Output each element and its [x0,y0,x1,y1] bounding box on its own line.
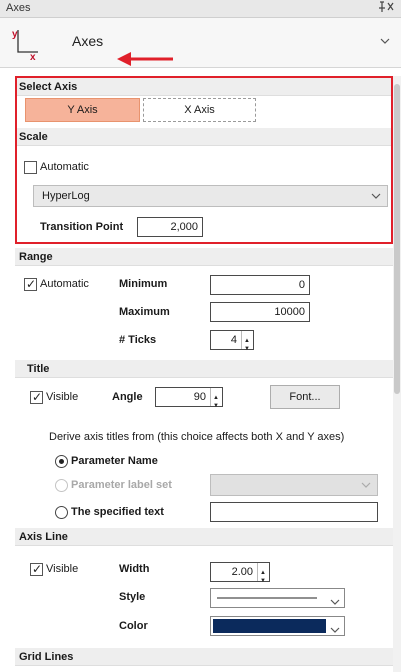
parameter-label-set-select[interactable] [210,474,378,496]
derive-titles-text: Derive axis titles from (this choice aff… [49,431,345,443]
ticks-stepper[interactable]: 4 ▲ ▼ [210,330,254,352]
range-automatic-label: Automatic [40,278,89,290]
highlight-box [15,76,393,244]
toolbar: y x Axes [0,18,401,68]
width-value: 2.00 [231,566,253,578]
chevron-down-icon [361,480,371,492]
check-icon: ✓ [26,277,37,291]
color-label: Color [119,620,148,632]
specified-text-radio[interactable] [55,506,68,519]
check-icon: ✓ [32,390,43,404]
range-header: Range [15,248,393,266]
radio-selected-dot [59,459,64,464]
svg-text:x: x [30,52,36,60]
axes-dropdown-label: Axes [72,33,104,49]
angle-value: 90 [193,391,206,403]
parameter-label-set-label: Parameter label set [71,479,172,491]
vertical-scrollbar[interactable] [393,76,401,672]
width-stepper[interactable]: 2.00 ▲ ▼ [210,562,270,584]
specified-text-input[interactable] [210,502,378,522]
panel-title: Axes [6,2,31,14]
maximum-input[interactable]: 10000 [210,302,310,322]
range-automatic-checkbox[interactable]: ✓ [24,277,37,291]
axis-line-visible-checkbox[interactable]: ✓ [30,562,43,576]
ticks-label: # Ticks [119,334,157,346]
width-spin-buttons[interactable]: ▲ ▼ [257,563,269,584]
specified-text-label: The specified text [71,506,164,518]
color-swatch [213,619,326,633]
chevron-down-icon [330,622,340,640]
title-visible-checkbox[interactable]: ✓ [30,390,43,404]
angle-stepper[interactable]: 90 ▲ ▼ [155,387,223,409]
axes-dropdown[interactable]: Axes [60,30,396,56]
line-style-select[interactable] [210,588,345,608]
minimum-input[interactable]: 0 [210,275,310,295]
style-label: Style [119,591,146,603]
spin-down-icon[interactable]: ▼ [244,340,250,358]
ticks-value: 4 [230,334,237,346]
ticks-spin-buttons[interactable]: ▲ ▼ [241,331,253,352]
angle-spin-buttons[interactable]: ▲ ▼ [210,388,222,409]
panel-titlebar: Axes [0,0,401,18]
axis-line-header: Axis Line [15,528,393,546]
scrollbar-thumb[interactable] [394,84,400,394]
angle-label: Angle [112,391,143,403]
line-color-select[interactable] [210,616,345,636]
maximum-label: Maximum [119,306,170,318]
parameter-label-set-radio[interactable] [55,479,68,492]
axes-properties: Select Axis Y Axis X Axis Scale Automati… [15,70,393,672]
spin-down-icon[interactable]: ▼ [213,397,219,415]
parameter-name-label: Parameter Name [71,455,158,467]
chevron-down-icon [330,594,340,612]
axis-line-visible-label: Visible [46,563,79,575]
pin-icon[interactable] [377,1,395,16]
width-label: Width [119,563,150,575]
title-visible-label: Visible [46,391,79,403]
annotation-arrow-icon [115,52,175,72]
svg-text:y: y [12,29,18,40]
grid-lines-header: Grid Lines [15,648,393,666]
axes-icon: y x [10,26,42,63]
chevron-down-icon [380,36,390,48]
minimum-label: Minimum [119,278,168,290]
font-button[interactable]: Font... [270,385,340,409]
title-header: Title [15,360,393,378]
parameter-name-radio[interactable] [55,455,68,468]
check-icon: ✓ [32,562,43,576]
